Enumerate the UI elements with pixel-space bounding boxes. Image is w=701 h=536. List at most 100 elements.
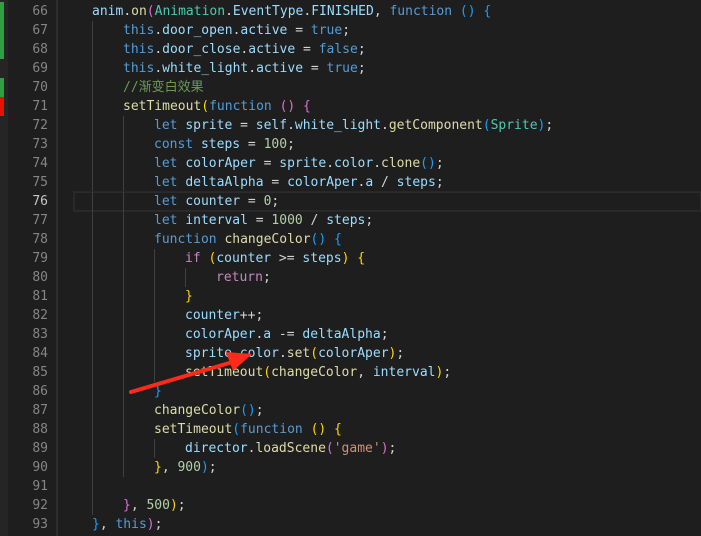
indent-guide [92, 135, 93, 154]
code-line[interactable]: return; [74, 268, 701, 287]
code-line-content: setTimeout(function () { [123, 97, 311, 116]
indent-guide [92, 173, 93, 192]
code-token: FINISHED [311, 4, 374, 19]
line-number: 71 [32, 99, 48, 114]
code-line[interactable]: } [74, 382, 701, 401]
code-line[interactable]: let counter = 0; [73, 191, 701, 212]
code-token: ) [146, 517, 155, 532]
code-token: const [154, 137, 194, 152]
code-token: true [326, 61, 358, 76]
code-line-content: setTimeout(changeColor, interval); [185, 363, 451, 382]
code-token: } [154, 384, 162, 399]
indent-guide [154, 249, 155, 268]
indent-guide [92, 116, 93, 135]
code-line[interactable]: let sprite = self.white_light.getCompone… [74, 116, 701, 135]
code-token: , [99, 517, 116, 532]
code-token: function [389, 4, 453, 19]
code-token: let [154, 118, 178, 133]
gutter-change-mark [0, 40, 4, 59]
indent-guide [123, 306, 124, 325]
code-token: { [303, 99, 311, 114]
code-token: director [185, 441, 248, 456]
code-token: . [123, 4, 132, 19]
code-token: white_light [294, 118, 381, 133]
code-line-content: let counter = 0; [154, 192, 279, 211]
code-token: = [240, 137, 264, 152]
code-line[interactable]: colorAper.a -= deltaAlpha; [74, 325, 701, 344]
code-line[interactable]: this.door_close.active = false; [74, 40, 701, 59]
line-number: 76 [32, 194, 48, 209]
code-line[interactable]: director.loadScene('game'); [74, 439, 701, 458]
code-token: () [279, 99, 296, 114]
indent-guide [92, 439, 93, 458]
code-text-area[interactable]: anim.on(Animation.EventType.FINISHED, fu… [73, 2, 701, 534]
code-line[interactable]: const steps = 100; [74, 135, 701, 154]
code-token: . [287, 118, 295, 133]
code-token: steps [200, 137, 241, 152]
code-token: = [303, 61, 327, 76]
code-token: = [255, 156, 280, 171]
code-line[interactable]: changeColor(); [74, 401, 701, 420]
code-line[interactable]: setTimeout(function () { [74, 420, 701, 439]
code-line[interactable]: }, this); [74, 515, 701, 534]
indent-guide [123, 173, 124, 192]
line-number: 84 [32, 346, 48, 361]
code-token: { [334, 422, 342, 437]
code-token: steps [396, 175, 436, 190]
code-line[interactable]: anim.on(Animation.EventType.FINISHED, fu… [74, 2, 701, 21]
code-line[interactable]: setTimeout(function () { [74, 97, 701, 116]
code-line[interactable]: this.white_light.active = true; [74, 59, 701, 78]
code-line[interactable]: sprite.color.set(colorAper); [74, 344, 701, 363]
code-line-content: let sprite = self.white_light.getCompone… [154, 116, 553, 135]
code-token: steps [302, 251, 342, 266]
code-token: = [247, 213, 272, 228]
code-token: setTimeout [123, 99, 202, 114]
indent-guide [92, 211, 93, 230]
code-line-content: }, 500); [123, 496, 186, 515]
code-line-content: function changeColor() { [154, 230, 342, 249]
code-token: . [154, 23, 163, 38]
code-line[interactable]: counter++; [74, 306, 701, 325]
code-token: = [232, 118, 256, 133]
code-token: deltaAlpha [302, 327, 381, 342]
line-number: 93 [32, 517, 48, 532]
code-line[interactable]: let colorAper = sprite.color.clone(); [74, 154, 701, 173]
code-line[interactable]: if (counter >= steps) { [74, 249, 701, 268]
code-token: counter [185, 308, 240, 323]
code-editor[interactable]: 66 67 68 69 70 71 72 73 74 75 76 77 78 79 80 81 82 83 84 85… [0, 0, 701, 536]
code-line[interactable] [74, 477, 701, 496]
code-token: ; [380, 327, 389, 342]
code-token: , [161, 460, 178, 475]
indent-guide [123, 230, 124, 249]
indent-guide [154, 287, 155, 306]
code-line[interactable]: this.door_open.active = true; [74, 21, 701, 40]
indent-guide [123, 287, 124, 306]
code-line-content: this.door_close.active = false; [123, 40, 366, 59]
indent-guide [92, 382, 93, 401]
line-number: 90 [32, 460, 48, 475]
code-line[interactable]: let interval = 1000 / steps; [74, 211, 701, 230]
code-line[interactable]: } [74, 287, 701, 306]
line-number: 89 [32, 441, 48, 456]
indent-guide [92, 344, 93, 363]
line-number: 83 [32, 327, 48, 342]
code-token: { [334, 232, 342, 247]
code-line[interactable]: //渐变白效果 [74, 78, 701, 97]
code-line[interactable]: }, 900); [74, 458, 701, 477]
code-token: white_light [162, 61, 249, 76]
code-token: . [231, 346, 240, 361]
code-line-content: colorAper.a -= deltaAlpha; [185, 325, 389, 344]
code-line[interactable]: let deltaAlpha = colorAper.a / steps; [74, 173, 701, 192]
code-line[interactable]: setTimeout(changeColor, interval); [74, 363, 701, 382]
line-number: 68 [32, 42, 48, 57]
gutter-change-mark [0, 97, 4, 116]
line-number: 91 [32, 479, 48, 494]
indent-guide [92, 59, 93, 78]
code-line[interactable]: function changeColor() { [74, 230, 701, 249]
code-token: ; [357, 42, 366, 57]
code-line[interactable]: }, 500); [74, 496, 701, 515]
code-token: ) [200, 460, 209, 475]
code-token: function [240, 422, 303, 437]
code-token: 'game' [333, 441, 381, 456]
